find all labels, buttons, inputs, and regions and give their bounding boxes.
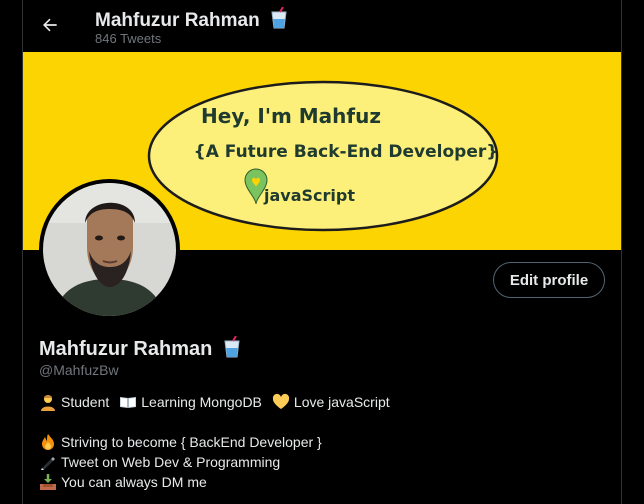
bio-striving-text: Striving to become { BackEnd Developer } [61, 434, 322, 450]
banner-line1: Hey, I'm Mahfuz [201, 104, 381, 128]
avatar[interactable] [39, 179, 180, 320]
bio-tweet-text: Tweet on Web Dev & Programming [61, 454, 281, 470]
bio-line-1: Student Learning MongoDB Love javaScript [39, 393, 390, 411]
bio-line-2: Striving to become { BackEnd Developer } [39, 433, 322, 451]
bio-love-text: Love javaScript [293, 394, 390, 410]
bio-line-3: Tweet on Web Dev & Programming [39, 453, 280, 471]
header-name-row: Mahfuzur Rahman [95, 7, 289, 32]
profile-name-row: Mahfuzur Rahman [39, 336, 242, 361]
bio-learning-text: Learning MongoDB [141, 394, 262, 410]
juice-cup-icon [224, 336, 240, 358]
edit-profile-button[interactable]: Edit profile [493, 262, 605, 298]
open-book-icon [120, 397, 137, 408]
pen-icon [41, 457, 55, 470]
banner-line3: javaScript [263, 186, 355, 205]
profile-handle: @MahfuzBw [39, 362, 119, 378]
yellow-heart-icon [272, 393, 290, 409]
banner-line2: {A Future Back-End Developer} [194, 142, 499, 162]
profile-name: Mahfuzur Rahman [39, 338, 213, 360]
bio-student-text: Student [61, 394, 110, 410]
bio-dm-text: You can always DM me [61, 474, 207, 490]
back-button[interactable] [33, 8, 67, 42]
inbox-tray-icon [40, 474, 56, 490]
juice-cup-icon [271, 7, 287, 29]
header-name: Mahfuzur Rahman [95, 10, 260, 31]
profile-column: Mahfuzur Rahman 846 Tweets Hey, I'm Mahf… [22, 0, 622, 504]
arrow-left-icon [43, 18, 57, 32]
student-icon [41, 395, 55, 411]
avatar-photo [43, 183, 176, 316]
bio-line-4: You can always DM me [39, 473, 207, 491]
profile-header: Mahfuzur Rahman 846 Tweets [23, 0, 621, 52]
fire-icon [42, 434, 54, 450]
tweet-count: 846 Tweets [95, 31, 162, 46]
